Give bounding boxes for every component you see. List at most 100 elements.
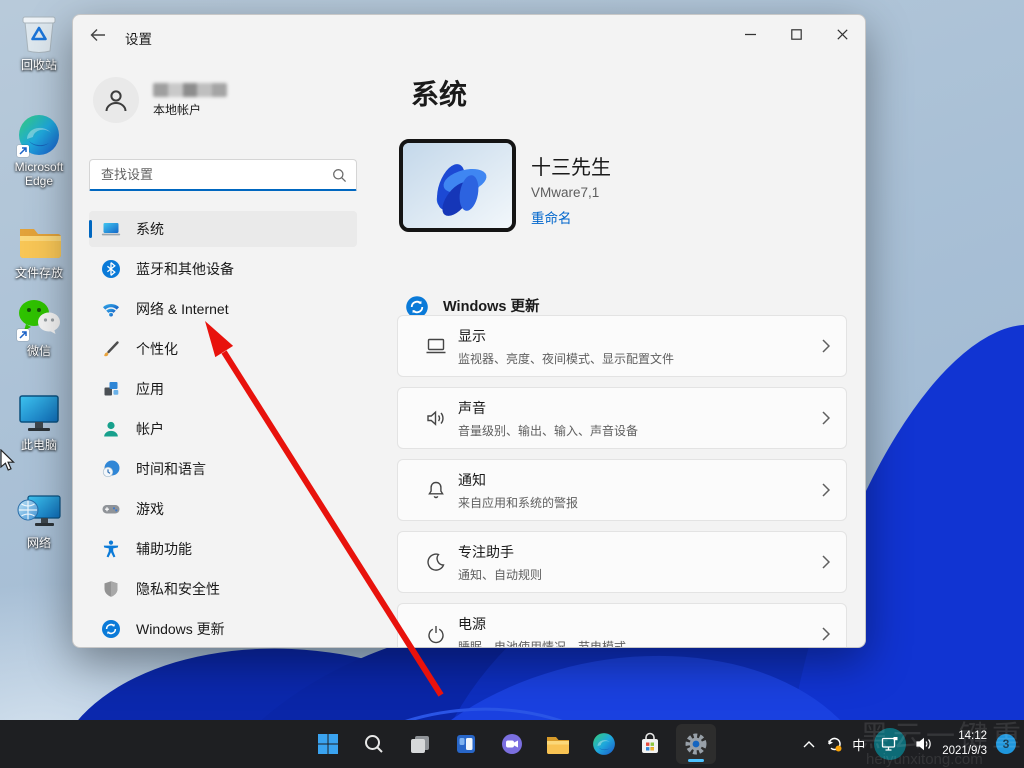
sidebar-item-label: 网络 & Internet: [136, 301, 229, 317]
apps-icon: [101, 379, 121, 399]
desktop-icon-label: 文件存放: [14, 266, 63, 280]
notification-badge[interactable]: 3: [996, 734, 1016, 754]
update-icon: [101, 619, 121, 639]
back-button[interactable]: [83, 20, 113, 50]
avatar: [93, 77, 139, 123]
sidebar-item-bluetooth-devices[interactable]: 蓝牙和其他设备: [89, 251, 357, 287]
account-type: 本地帐户: [153, 102, 202, 117]
card-subtitle: 睡眠、电池使用情况、节电模式: [458, 639, 627, 648]
bell-icon: [424, 478, 448, 502]
search-box: [89, 159, 357, 191]
speaker-icon: [424, 406, 448, 430]
tray-ime-indicator[interactable]: 中: [852, 735, 865, 754]
search-icon: [332, 168, 347, 183]
tray-chevron-up-icon[interactable]: [802, 740, 816, 749]
desktop-icon-network[interactable]: 网络: [2, 488, 76, 551]
sidebar-item-system[interactable]: 系统: [89, 211, 357, 247]
sidebar-item-label: 蓝牙和其他设备: [136, 261, 234, 277]
sidebar-item-label: 时间和语言: [136, 461, 206, 477]
start-button[interactable]: [308, 724, 348, 764]
device-thumbnail: [399, 139, 516, 232]
chevron-right-icon: [822, 627, 830, 641]
card-display[interactable]: 显示 监视器、亮度、夜间模式、显示配置文件: [397, 315, 847, 377]
card-title: 声音: [458, 399, 486, 416]
chat-button[interactable]: [492, 724, 532, 764]
moon-icon: [424, 550, 448, 574]
clock-globe-icon: [101, 459, 121, 479]
store-button[interactable]: [630, 724, 670, 764]
tray-clock[interactable]: 14:12 2021/9/3: [942, 729, 987, 759]
device-model: VMware7,1: [531, 185, 600, 200]
rename-link[interactable]: 重命名: [531, 207, 611, 227]
folder-icon: [16, 218, 62, 264]
sidebar-item-label: 隐私和安全性: [136, 581, 220, 597]
wifi-icon: [101, 299, 121, 319]
sidebar-item-privacy-security[interactable]: 隐私和安全性: [89, 571, 357, 607]
desktop-icon-folder[interactable]: 文件存放: [2, 218, 76, 281]
card-sound[interactable]: 声音 音量级别、输出、输入、声音设备: [397, 387, 847, 449]
sidebar-item-label: 辅助功能: [136, 541, 192, 557]
account-block[interactable]: 本地帐户: [89, 77, 357, 123]
desktop-icon-edge[interactable]: Microsoft Edge: [2, 112, 76, 189]
tray-time: 14:12: [958, 730, 987, 743]
shortcut-arrow-icon: [17, 329, 29, 341]
search-input[interactable]: [90, 160, 356, 189]
titlebar[interactable]: 设置: [73, 15, 865, 55]
chevron-right-icon: [822, 555, 830, 569]
window-title: 设置: [125, 32, 152, 47]
gamepad-icon: [101, 499, 121, 519]
sidebar-item-label: 游戏: [136, 501, 164, 517]
widgets-button[interactable]: [446, 724, 486, 764]
tray-display-icon[interactable]: [874, 728, 907, 760]
this-pc-icon: [16, 390, 62, 436]
sidebar-item-accessibility[interactable]: 辅助功能: [89, 531, 357, 567]
account-icon: [101, 419, 121, 439]
card-power[interactable]: 电源 睡眠、电池使用情况、节电模式: [397, 603, 847, 648]
settings-taskbar-button[interactable]: [676, 724, 716, 764]
maximize-button[interactable]: [773, 15, 819, 53]
taskbar: 中 14:12 2021/9/3 3: [0, 720, 1024, 768]
settings-cards: 显示 监视器、亮度、夜间模式、显示配置文件 声音 音量级别、输出、输入、声音设备: [397, 315, 847, 648]
sidebar-item-label: 个性化: [136, 341, 178, 357]
bluetooth-icon: [101, 259, 121, 279]
tray-date: 2021/9/3: [942, 745, 987, 757]
tray-update-restart-icon[interactable]: [825, 735, 843, 753]
sidebar-item-gaming[interactable]: 游戏: [89, 491, 357, 527]
file-explorer-button[interactable]: [538, 724, 578, 764]
brush-icon: [101, 339, 121, 359]
desktop-icon-this-pc[interactable]: 此电脑: [2, 390, 76, 453]
sidebar-item-personalization[interactable]: 个性化: [89, 331, 357, 367]
sidebar-item-apps[interactable]: 应用: [89, 371, 357, 407]
desktop-icon-label: 网络: [26, 536, 51, 550]
sidebar-item-label: 系统: [136, 221, 164, 237]
chevron-right-icon: [822, 411, 830, 425]
card-subtitle: 监视器、亮度、夜间模式、显示配置文件: [458, 351, 675, 366]
task-view-button[interactable]: [400, 724, 440, 764]
card-subtitle: 通知、自动规则: [458, 567, 543, 582]
edge-taskbar-button[interactable]: [584, 724, 624, 764]
sidebar-nav: 系统 蓝牙和其他设备 网络 & Internet 个性化 应用 帐户 时间和语言…: [89, 211, 357, 647]
taskbar-search-button[interactable]: [354, 724, 394, 764]
tray-volume-icon[interactable]: [915, 736, 933, 752]
account-name-blurred: [153, 82, 227, 97]
sidebar-item-accounts[interactable]: 帐户: [89, 411, 357, 447]
shield-icon: [101, 579, 121, 599]
wechat-icon: [16, 296, 62, 342]
accessibility-icon: [101, 539, 121, 559]
sidebar-item-time-language[interactable]: 时间和语言: [89, 451, 357, 487]
desktop-icon-recycle-bin[interactable]: 回收站: [2, 10, 76, 73]
sidebar-item-windows-update[interactable]: Windows 更新: [89, 611, 357, 647]
desktop-icon-wechat[interactable]: 微信: [2, 296, 76, 359]
minimize-button[interactable]: [727, 15, 773, 53]
desktop-icon-label: 微信: [26, 344, 51, 358]
chevron-right-icon: [822, 339, 830, 353]
card-subtitle: 来自应用和系统的警报: [458, 495, 579, 510]
windows-update-label: Windows 更新: [443, 299, 540, 315]
card-focus-assist[interactable]: 专注助手 通知、自动规则: [397, 531, 847, 593]
sidebar-item-label: 应用: [136, 381, 164, 397]
close-button[interactable]: [819, 15, 865, 53]
card-notifications[interactable]: 通知 来自应用和系统的警报: [397, 459, 847, 521]
card-title: 显示: [458, 327, 486, 344]
sidebar-item-network-internet[interactable]: 网络 & Internet: [89, 291, 357, 327]
desktop-icon-label: Microsoft Edge: [14, 160, 64, 188]
